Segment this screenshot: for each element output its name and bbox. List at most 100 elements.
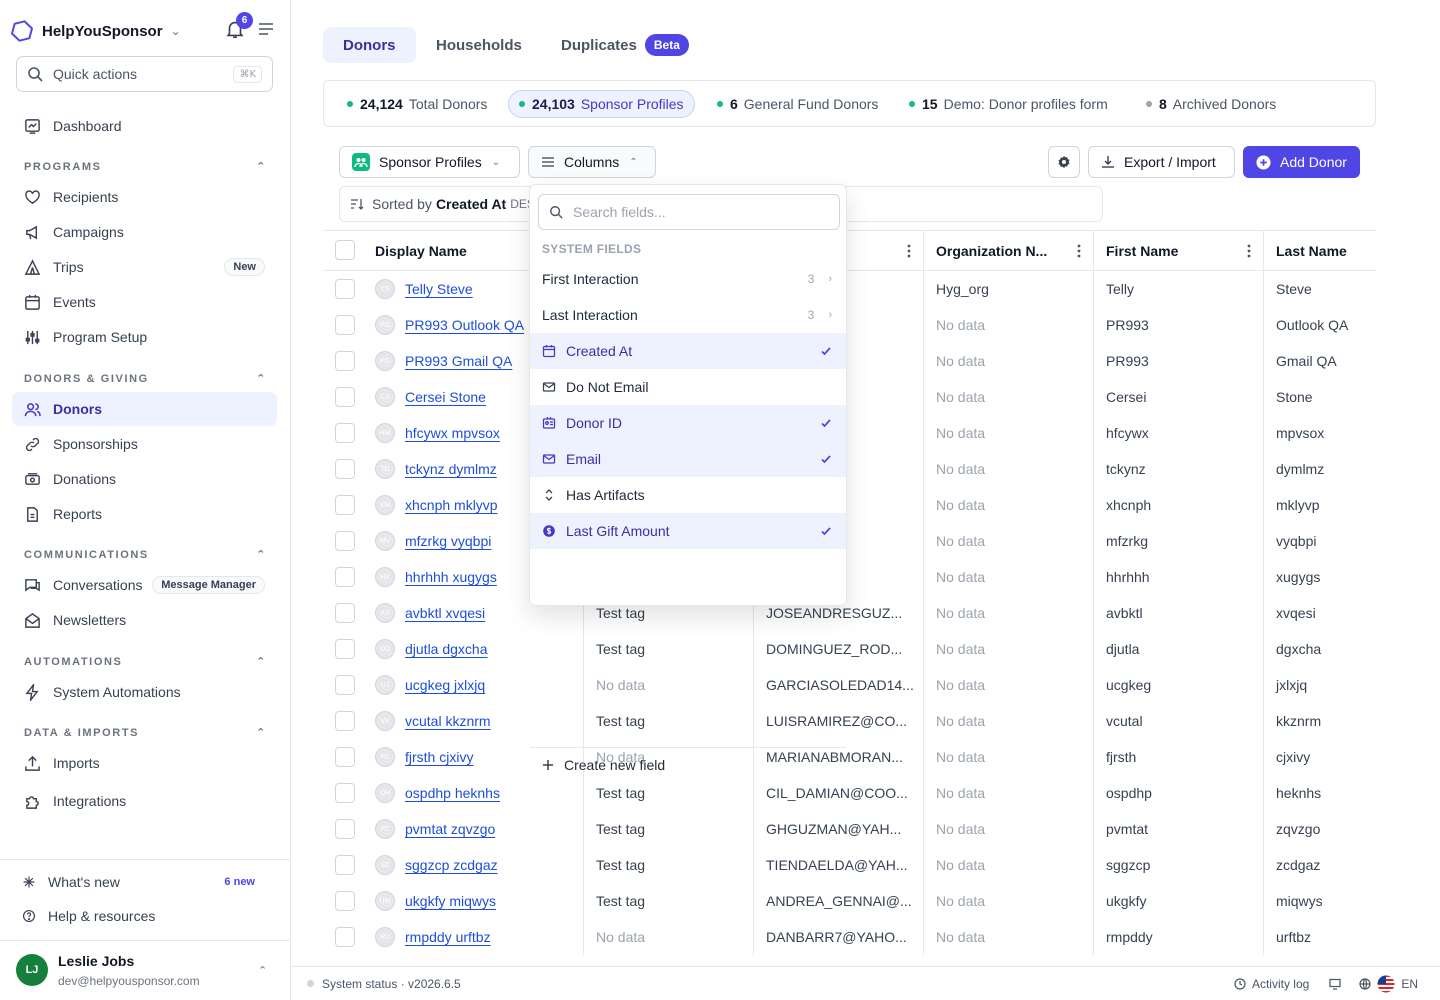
table-row[interactable]: HMhfcywx mpvsox...9@YAH...No datahfcywxm…	[323, 415, 1376, 451]
user-avatar[interactable]: LJ	[16, 954, 48, 986]
donor-name-link[interactable]: Cersei Stone	[405, 389, 486, 405]
sidebar-item-program-setup[interactable]: Program Setup	[12, 320, 277, 354]
sidebar-item-conversations[interactable]: Conversations Message Manager	[12, 568, 277, 602]
row-checkbox[interactable]	[335, 459, 355, 479]
sidebar-item-recipients[interactable]: Recipients	[12, 180, 277, 214]
table-row[interactable]: FC fjrsth cjxivy No data MARIANABMORAN... No…	[323, 739, 1376, 775]
columns-button[interactable]: Columns ⌃	[528, 146, 656, 178]
chevron-up-icon[interactable]: ⌃	[258, 964, 267, 977]
kebab-menu-icon[interactable]	[907, 244, 911, 258]
table-row[interactable]: TSTelly Steve...comHyg_orgTellySteve	[323, 271, 1376, 307]
column-header-organization[interactable]: Organization N...	[924, 231, 1094, 271]
donor-name-link[interactable]: vcutal kkznrm	[405, 713, 491, 729]
table-row[interactable]: TDtckynz dymlmz...E@YAH...No datatckynzd…	[323, 451, 1376, 487]
row-checkbox[interactable]	[335, 819, 355, 839]
donor-name-link[interactable]: Telly Steve	[405, 281, 473, 297]
sidebar-item-sponsorships[interactable]: Sponsorships	[12, 427, 277, 461]
menu-icon[interactable]	[258, 21, 274, 37]
activity-log-link[interactable]: Activity log	[1234, 977, 1309, 991]
donor-name-link[interactable]: rmpddy urftbz	[405, 929, 491, 945]
donor-name-link[interactable]: PR993 Gmail QA	[405, 353, 512, 369]
tab-donors[interactable]: Donors	[323, 27, 416, 63]
row-checkbox[interactable]	[335, 675, 355, 695]
section-automations[interactable]: AUTOMATIONS ⌃	[24, 655, 267, 669]
table-row[interactable]: POPR993 Outlook QA...ndacss....No dataPR…	[323, 307, 1376, 343]
field-option-email[interactable]: Email	[530, 441, 846, 477]
section-donors-giving[interactable]: DONORS & GIVING ⌃	[24, 372, 267, 386]
field-option-first-interaction[interactable]: First Interaction 3 ›	[530, 261, 846, 297]
table-row[interactable]: AX avbktl xvqesi Test tag JOSEANDRESGUZ... N…	[323, 595, 1376, 631]
kebab-menu-icon[interactable]	[1247, 244, 1251, 258]
tab-duplicates[interactable]: Duplicates Beta	[541, 27, 709, 63]
section-data-imports[interactable]: DATA & IMPORTS ⌃	[24, 726, 267, 740]
row-checkbox[interactable]	[335, 495, 355, 515]
field-option-last-gift-amount[interactable]: Last Gift Amount	[530, 513, 846, 549]
sidebar-item-events[interactable]: Events	[12, 285, 277, 319]
select-all-checkbox[interactable]	[335, 240, 355, 260]
donor-name-link[interactable]: tckynz dymlmz	[405, 461, 497, 477]
table-row[interactable]: CSCersei Stone...172447...No dataCerseiS…	[323, 379, 1376, 415]
donor-name-link[interactable]: mfzrkg vyqbpi	[405, 533, 491, 549]
donor-name-link[interactable]: sggzcp zcdgaz	[405, 857, 498, 873]
field-option-created-at[interactable]: Created At	[530, 333, 846, 369]
row-checkbox[interactable]	[335, 387, 355, 407]
row-checkbox[interactable]	[335, 927, 355, 947]
sidebar-item-reports[interactable]: Reports	[12, 497, 277, 531]
create-new-field-button[interactable]: Create new field	[542, 755, 665, 775]
row-checkbox[interactable]	[335, 747, 355, 767]
row-checkbox[interactable]	[335, 423, 355, 443]
sidebar-item-donors[interactable]: Donors	[12, 392, 277, 426]
row-checkbox[interactable]	[335, 711, 355, 731]
field-option-donor-id[interactable]: Donor ID	[530, 405, 846, 441]
stat-demo-donor-profiles-form[interactable]: 15 Demo: Donor profiles form	[899, 90, 1118, 118]
globe-icon[interactable]	[1359, 977, 1371, 990]
add-donor-button[interactable]: Add Donor	[1243, 146, 1360, 178]
sidebar-item-dashboard[interactable]: Dashboard	[12, 109, 277, 143]
row-checkbox[interactable]	[335, 351, 355, 371]
language-selector[interactable]: EN	[1377, 975, 1418, 993]
kebab-menu-icon[interactable]	[1077, 244, 1081, 258]
org-switcher[interactable]: HelpYouSponsor ⌄	[10, 18, 181, 44]
donor-name-link[interactable]: pvmtat zqvzgo	[405, 821, 495, 837]
settings-button[interactable]	[1048, 146, 1080, 178]
sidebar-item-imports[interactable]: Imports	[12, 746, 277, 780]
stat-archived-donors[interactable]: 8 Archived Donors	[1136, 90, 1286, 118]
system-status[interactable]: System status · v2026.6.5	[322, 977, 461, 991]
table-row[interactable]: PGPR993 Gmail QA...a@gma...No dataPR993G…	[323, 343, 1376, 379]
field-search-input[interactable]: Search fields...	[538, 194, 840, 230]
row-checkbox[interactable]	[335, 531, 355, 551]
column-header-last-name[interactable]: Last Name	[1264, 231, 1376, 271]
table-row[interactable]: DD djutla dgxcha Test tag DOMINGUEZ_ROD... N…	[323, 631, 1376, 667]
donor-name-link[interactable]: avbktl xvqesi	[405, 605, 485, 621]
donor-name-link[interactable]: fjrsth cjxivy	[405, 749, 473, 765]
section-programs[interactable]: PROGRAMS ⌃	[24, 160, 267, 174]
table-row[interactable]: RU rmpddy urftbz No data DANBARR7@YAHO... No…	[323, 919, 1376, 955]
field-option-has-artifacts[interactable]: Has Artifacts	[530, 477, 846, 513]
sidebar-item-trips[interactable]: Trips New	[12, 250, 277, 284]
table-row[interactable]: VK vcutal kkznrm Test tag LUISRAMIREZ@CO...…	[323, 703, 1376, 739]
stat-general-fund-donors[interactable]: 6 General Fund Donors	[707, 90, 888, 118]
sidebar-item-newsletters[interactable]: Newsletters	[12, 603, 277, 637]
table-row[interactable]: SZ sggzcp zcdgaz Test tag TIENDAELDA@YAH...…	[323, 847, 1376, 883]
section-communications[interactable]: COMMUNICATIONS ⌃	[24, 548, 267, 562]
monitor-icon[interactable]	[1329, 978, 1341, 990]
table-row[interactable]: PZ pvmtat zqvzgo Test tag GHGUZMAN@YAH... No…	[323, 811, 1376, 847]
field-option-do-not-email[interactable]: Do Not Email	[530, 369, 846, 405]
table-row[interactable]: UJ ucgkeg jxlxjq No data GARCIASOLEDAD14...…	[323, 667, 1376, 703]
sidebar-item-campaigns[interactable]: Campaigns	[12, 215, 277, 249]
sidebar-item-system-automations[interactable]: System Automations	[12, 675, 277, 709]
donor-name-link[interactable]: hfcywx mpvsox	[405, 425, 500, 441]
donor-name-link[interactable]: ospdhp heknhs	[405, 785, 500, 801]
table-row[interactable]: HXhhrhhh xugygs...DH@SH...No datahhrhhhx…	[323, 559, 1376, 595]
sidebar-item-integrations[interactable]: Integrations	[12, 784, 277, 818]
export-import-button[interactable]: Export / Import	[1088, 146, 1235, 178]
donor-name-link[interactable]: ucgkeg jxlxjq	[405, 677, 485, 693]
tab-households[interactable]: Households	[416, 27, 542, 63]
view-selector[interactable]: Sponsor Profiles ⌄	[339, 146, 520, 178]
table-row[interactable]: OH ospdhp heknhs Test tag CIL_DAMIAN@COO...…	[323, 775, 1376, 811]
table-row[interactable]: XMxhcnph mklyvp...RELLI@...No dataxhcnph…	[323, 487, 1376, 523]
sidebar-item-whats-new[interactable]: What's new 6 new	[10, 865, 275, 899]
column-header-first-name[interactable]: First Name	[1094, 231, 1264, 271]
donor-name-link[interactable]: ukgkfy miqwys	[405, 893, 496, 909]
donor-name-link[interactable]: djutla dgxcha	[405, 641, 488, 657]
